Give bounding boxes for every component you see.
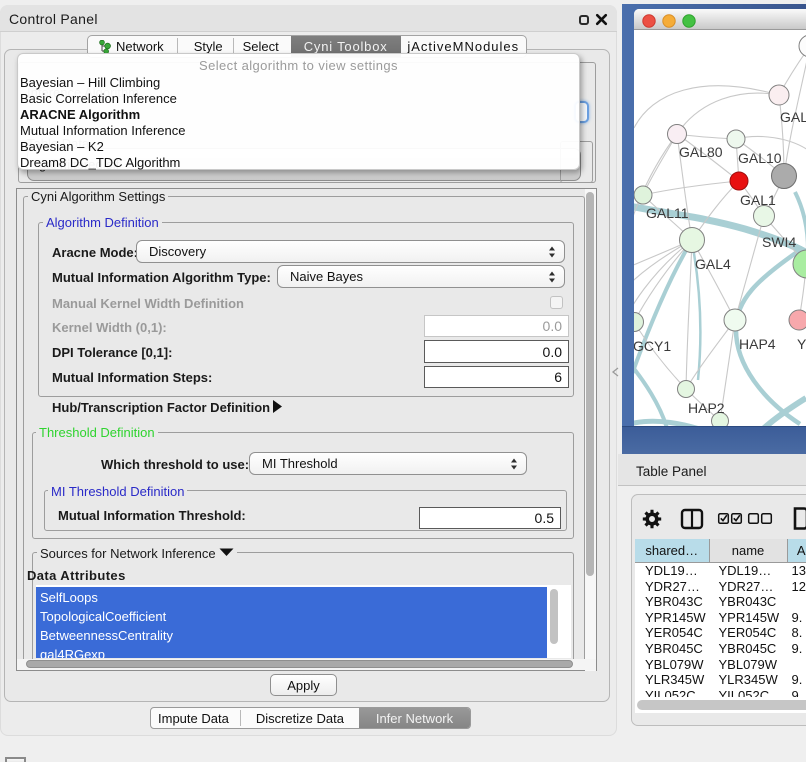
svg-text:GAL7: GAL7 (780, 109, 806, 125)
svg-text:HAP2: HAP2 (688, 400, 725, 416)
svg-text:GAL11: GAL11 (646, 205, 689, 221)
svg-text:SWI4: SWI4 (762, 234, 796, 250)
svg-text:YM: YM (797, 336, 806, 352)
svg-text:GAL80: GAL80 (679, 144, 723, 160)
svg-text:GAL10: GAL10 (738, 150, 782, 166)
svg-text:GAL4: GAL4 (695, 256, 731, 272)
svg-text:GCY1: GCY1 (634, 338, 671, 354)
svg-text:GAL1: GAL1 (740, 192, 776, 208)
svg-text:HAP4: HAP4 (739, 336, 776, 352)
